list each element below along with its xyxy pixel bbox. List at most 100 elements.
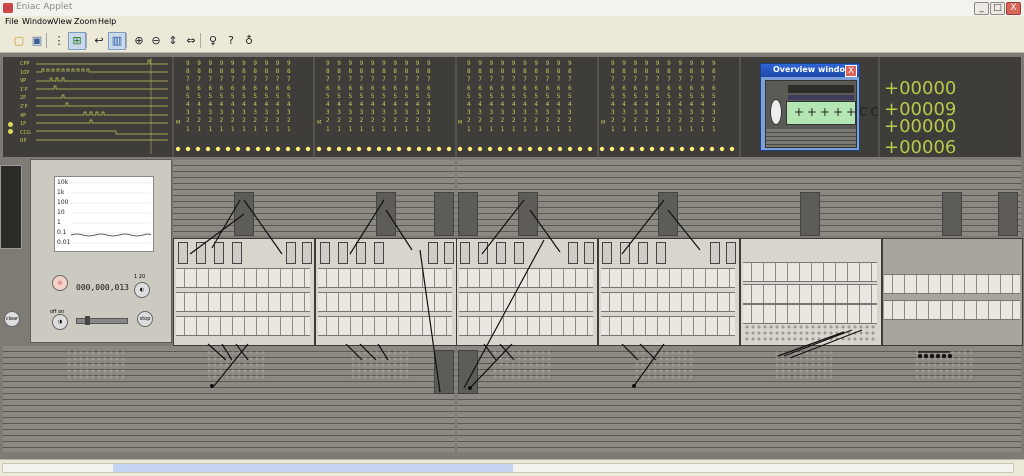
fit-width-icon[interactable]: ⇔: [182, 32, 200, 50]
trunk-connector[interactable]: [658, 192, 678, 236]
trunk-connector[interactable]: [800, 192, 820, 236]
overview-window[interactable]: Overview window X +++++CC: [760, 63, 879, 151]
program-switch-row[interactable]: [601, 316, 735, 336]
input-jack[interactable]: [302, 242, 312, 264]
overview-thumbnail[interactable]: +++++CC: [765, 80, 879, 148]
input-jack[interactable]: [286, 242, 296, 264]
program-switch-row[interactable]: [459, 268, 593, 288]
window-titlebar: Eniac Applet _ □ X: [0, 0, 1024, 17]
program-switch-row[interactable]: [318, 316, 452, 336]
function-table-jacks[interactable]: [744, 324, 876, 342]
trunk-connector[interactable]: [518, 192, 538, 236]
menu-help[interactable]: Help: [98, 17, 116, 26]
wire-icon[interactable]: ↩: [90, 32, 108, 50]
overview-zero: [770, 99, 782, 125]
input-jack[interactable]: [638, 242, 648, 264]
function-switch-row[interactable]: [743, 284, 877, 304]
input-jack[interactable]: [444, 242, 454, 264]
program-switch-row[interactable]: [318, 268, 452, 288]
clear-button[interactable]: clear: [4, 311, 20, 327]
overview-titlebar[interactable]: Overview window X: [761, 64, 859, 77]
trunk-connector[interactable]: [376, 192, 396, 236]
open-folder-icon[interactable]: ▢: [10, 32, 28, 50]
jack-matrix[interactable]: [492, 350, 552, 380]
function-switch-row[interactable]: [743, 262, 877, 282]
input-jack[interactable]: [178, 242, 188, 264]
jack-matrix[interactable]: [350, 350, 410, 380]
mode-switch[interactable]: ◑: [52, 314, 68, 330]
jack-matrix[interactable]: [914, 350, 974, 380]
program-switch-row[interactable]: [601, 292, 735, 312]
input-jack[interactable]: [214, 242, 224, 264]
program-switch-row[interactable]: [176, 292, 310, 312]
constant-switch-row[interactable]: [884, 300, 1020, 320]
input-jack[interactable]: [338, 242, 348, 264]
program-switch-row[interactable]: [459, 292, 593, 312]
close-button[interactable]: X: [1006, 2, 1021, 15]
scrollbar-thumb[interactable]: [113, 464, 513, 472]
speed-knob[interactable]: ◐: [134, 282, 150, 298]
input-jack[interactable]: [460, 242, 470, 264]
switch-icon[interactable]: ⊞: [68, 32, 86, 50]
menu-file[interactable]: File: [5, 17, 18, 26]
input-jack[interactable]: [568, 242, 578, 264]
program-switch-row[interactable]: [601, 268, 735, 288]
trunk-connector[interactable]: [434, 350, 454, 394]
speed-label: 1 20: [134, 274, 146, 280]
trunk-connector[interactable]: [434, 192, 454, 236]
fit-height-icon[interactable]: ⇕: [164, 32, 182, 50]
stop-button[interactable]: stop: [137, 311, 153, 327]
indicator-lamp: [8, 122, 13, 127]
input-jack[interactable]: [320, 242, 330, 264]
panel-divider: [172, 57, 174, 157]
minimize-button[interactable]: _: [974, 2, 989, 15]
input-jack[interactable]: [726, 242, 736, 264]
power-icon[interactable]: ◎: [52, 275, 68, 291]
jack-matrix[interactable]: [634, 350, 694, 380]
trunk-connector[interactable]: [234, 192, 254, 236]
question-icon[interactable]: ?: [222, 32, 240, 50]
speed-slider[interactable]: [76, 316, 128, 325]
trunk-connector[interactable]: [942, 192, 962, 236]
panel-icon[interactable]: ▥: [108, 32, 126, 50]
person-icon[interactable]: ♀: [204, 32, 222, 50]
program-switch-row[interactable]: [459, 316, 593, 336]
menu-window[interactable]: Window: [22, 17, 54, 26]
menu-view[interactable]: View: [53, 17, 72, 26]
input-jack[interactable]: [656, 242, 666, 264]
program-switch-row[interactable]: [176, 316, 310, 336]
input-jack[interactable]: [356, 242, 366, 264]
input-jack[interactable]: [602, 242, 612, 264]
connect-icon[interactable]: ⋮: [50, 32, 68, 50]
trunk-connector[interactable]: [998, 192, 1018, 236]
input-jack[interactable]: [428, 242, 438, 264]
input-jack[interactable]: [584, 242, 594, 264]
horizontal-scrollbar[interactable]: [2, 463, 1014, 473]
speed-slider-thumb[interactable]: [85, 316, 90, 325]
bulb-icon[interactable]: ♁: [240, 32, 258, 50]
zoom-out-icon[interactable]: ⊖: [147, 32, 165, 50]
trunk-connector[interactable]: [458, 192, 478, 236]
constant-switch-row[interactable]: [884, 274, 1020, 294]
input-jack[interactable]: [374, 242, 384, 264]
jack-matrix[interactable]: [66, 350, 126, 380]
input-jack[interactable]: [710, 242, 720, 264]
input-jack[interactable]: [478, 242, 488, 264]
menu-zoom[interactable]: Zoom: [74, 17, 97, 26]
panel-divider: [597, 57, 599, 157]
maximize-button[interactable]: □: [990, 2, 1005, 15]
overview-close-button[interactable]: X: [845, 65, 857, 77]
jack-matrix[interactable]: [774, 350, 834, 380]
input-jack[interactable]: [496, 242, 506, 264]
input-jack[interactable]: [620, 242, 630, 264]
program-switch-row[interactable]: [318, 292, 452, 312]
function-switch-row[interactable]: [743, 304, 877, 324]
program-switch-row[interactable]: [176, 268, 310, 288]
input-jack[interactable]: [514, 242, 524, 264]
jack-matrix[interactable]: [206, 350, 266, 380]
zoom-in-icon[interactable]: ⊕: [130, 32, 148, 50]
input-jack[interactable]: [196, 242, 206, 264]
trunk-connector[interactable]: [458, 350, 478, 394]
input-jack[interactable]: [232, 242, 242, 264]
save-icon[interactable]: ▣: [28, 32, 46, 50]
